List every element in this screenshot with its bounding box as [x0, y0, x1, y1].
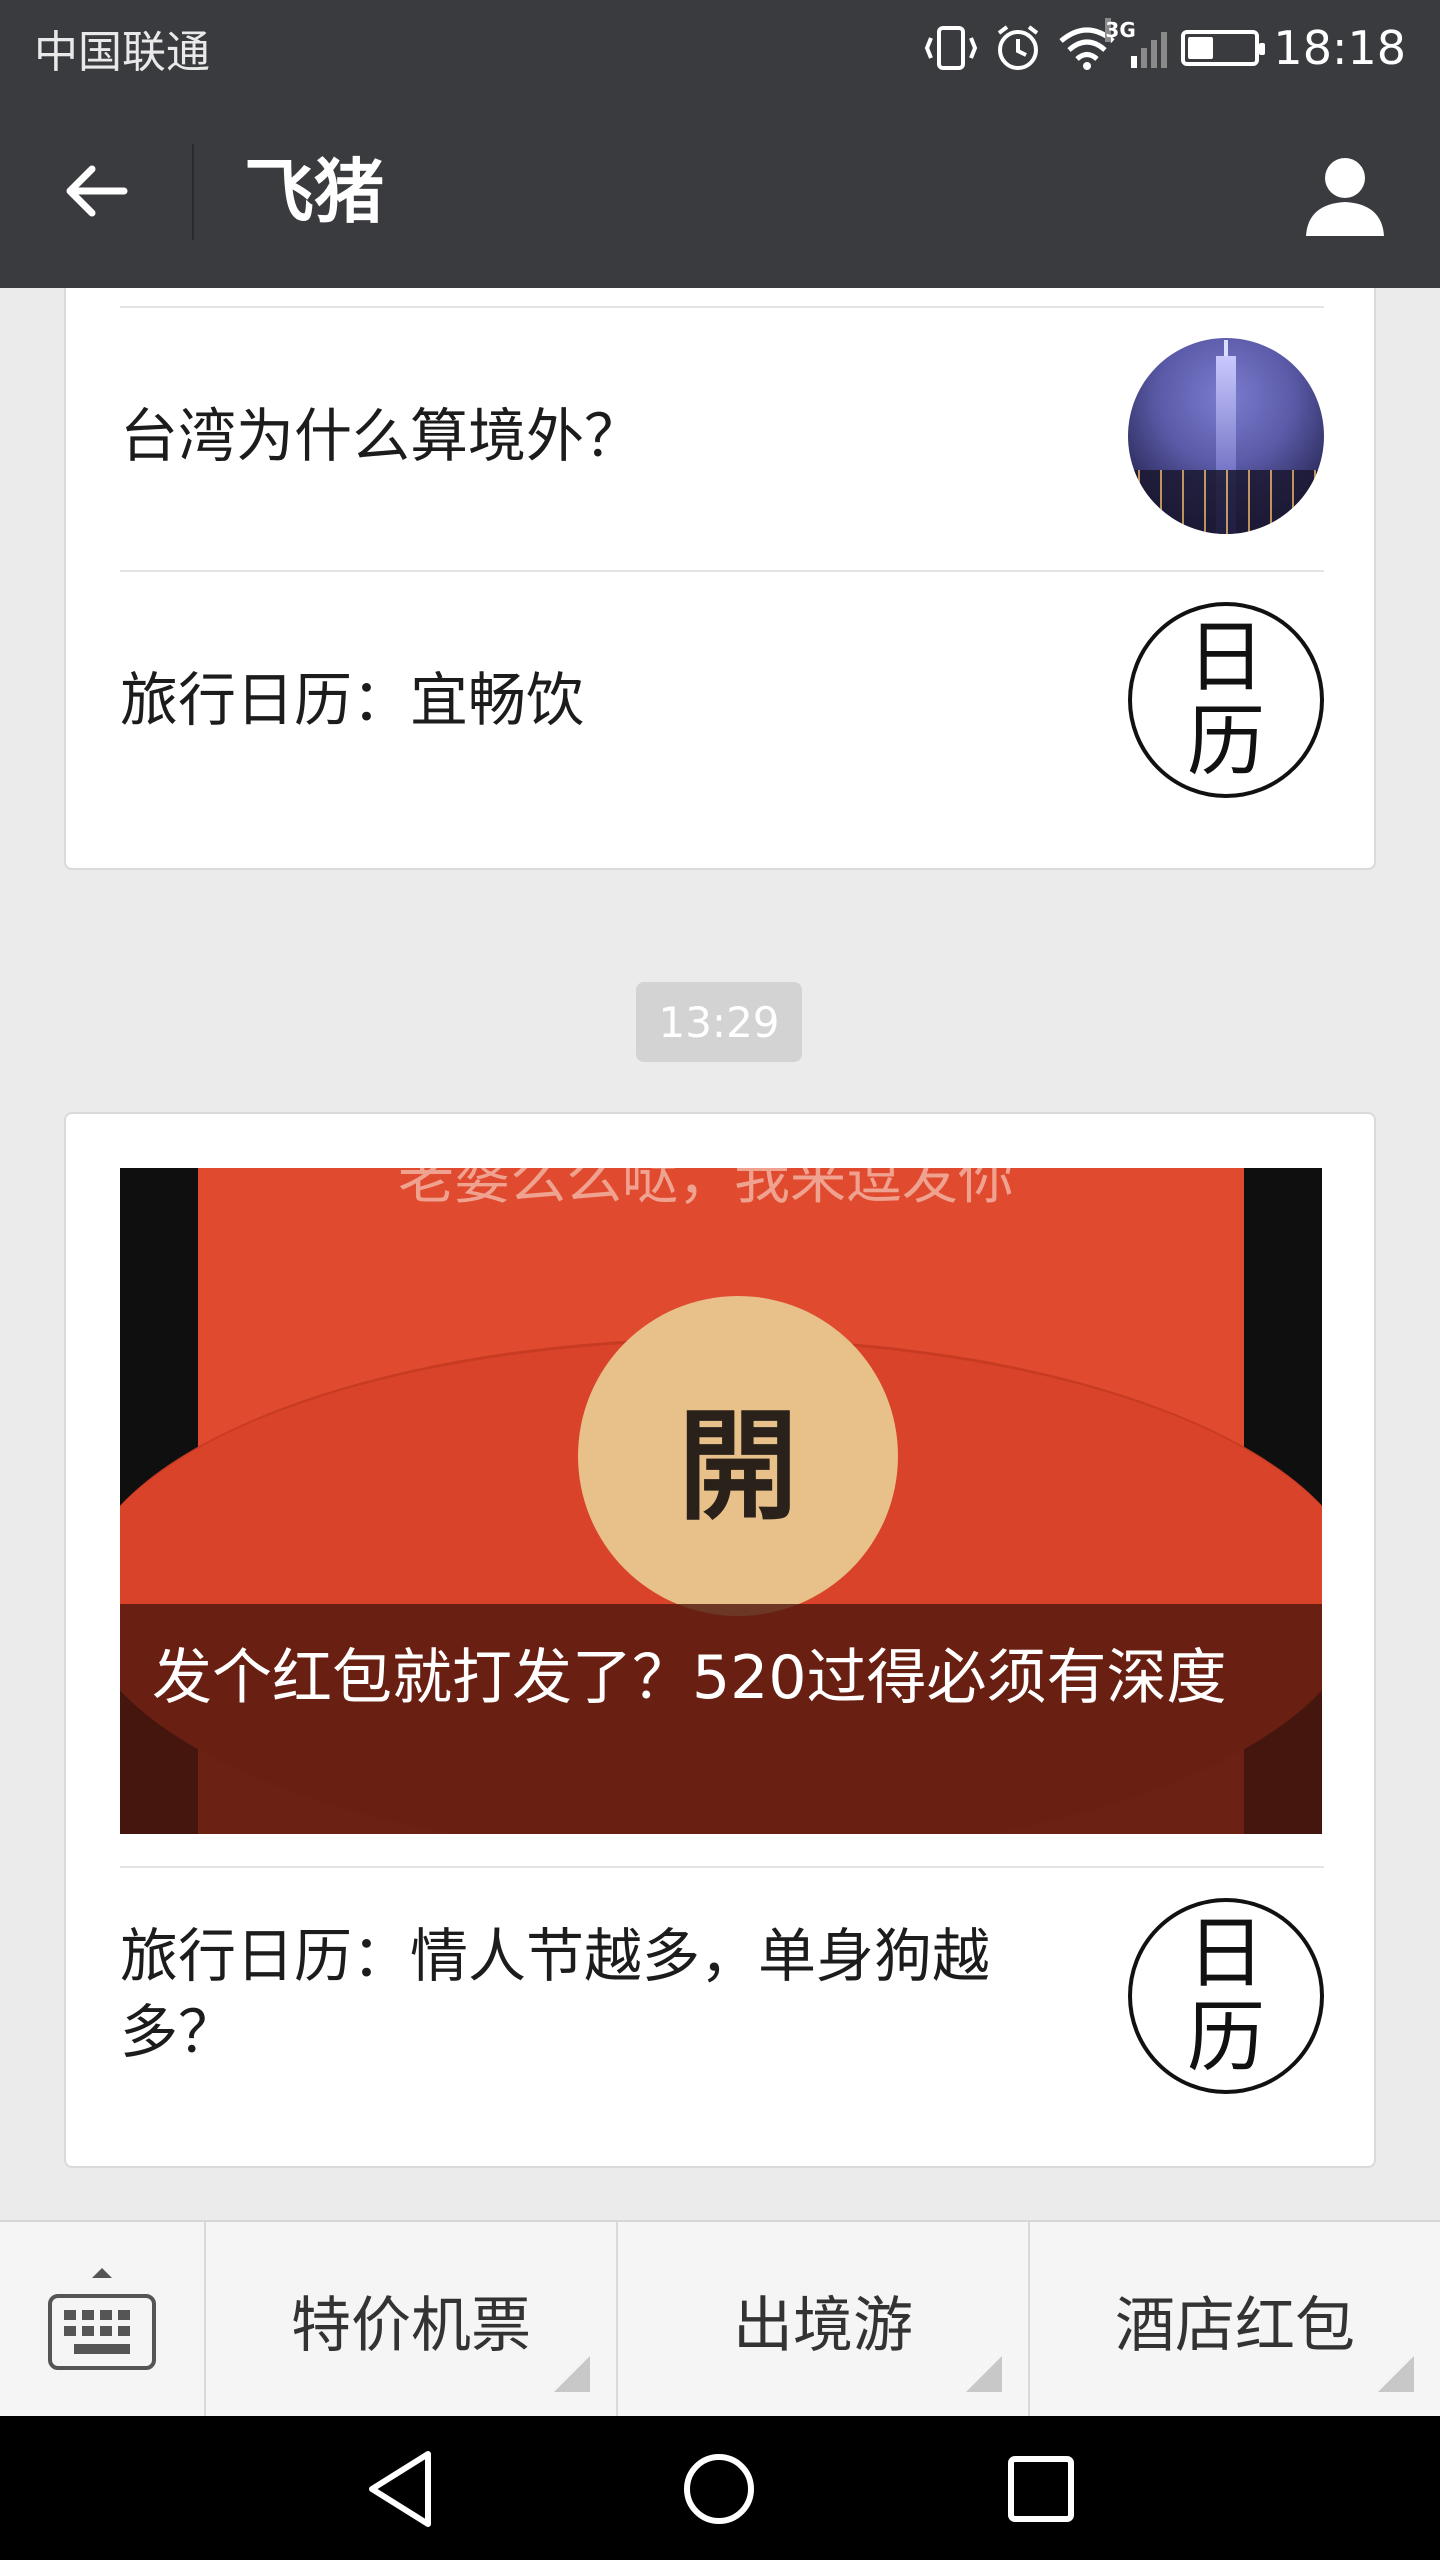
taipei-101-thumbnail [1128, 338, 1324, 534]
article-title: 台湾为什么算境外？ [120, 402, 643, 470]
submenu-indicator-icon [554, 2356, 590, 2392]
message-timestamp: 13:29 [636, 982, 802, 1062]
back-triangle-icon[interactable] [358, 2444, 448, 2534]
status-icons: 3G 18:18 [923, 18, 1406, 75]
menu-label: 出境游 [733, 2290, 913, 2361]
signal-icon: 3G [1105, 18, 1168, 68]
article-item[interactable]: 旅行日历：情人节越多，单身狗越多？ 日 历 [120, 1866, 1324, 2156]
status-bar: 中国联通 3G 18:18 [0, 0, 1440, 96]
recents-square-icon[interactable] [996, 2444, 1086, 2534]
hero-article[interactable]: 老婆么么哒，我来逗发你 開 发个红包就打发了？520过得必须有深度 [120, 1168, 1322, 1834]
menu-label: 特价机票 [291, 2290, 531, 2361]
article-title: 旅行日历：宜畅饮 [120, 666, 585, 734]
hero-overlay-text: 老婆么么哒，我来逗发你 [398, 1168, 1014, 1212]
system-nav-bar [0, 2416, 1440, 2560]
article-card: 台湾为什么算境外？ 旅行日历：宜畅饮 日 历 [64, 288, 1376, 870]
home-circle-icon[interactable] [674, 2444, 764, 2534]
back-arrow-icon [66, 165, 128, 217]
battery-icon [1181, 30, 1266, 66]
page-title: 飞猪 [244, 151, 384, 233]
nav-bar: 飞猪 [0, 96, 1440, 288]
submenu-indicator-icon [966, 2356, 1002, 2392]
nav-divider [192, 144, 194, 240]
calendar-badge-icon: 日 历 [1128, 602, 1324, 798]
back-button[interactable] [40, 146, 150, 236]
menu-outbound-travel[interactable]: 出境游 [618, 2222, 1030, 2418]
article-title: 旅行日历：情人节越多，单身狗越多？ [120, 1922, 991, 2066]
article-item[interactable]: 旅行日历：宜畅饮 日 历 [120, 570, 1324, 858]
article-card: 老婆么么哒，我来逗发你 開 发个红包就打发了？520过得必须有深度 旅行日历：情… [64, 1112, 1376, 2168]
network-type: 3G [1105, 18, 1136, 42]
menu-label: 酒店红包 [1115, 2290, 1355, 2361]
open-envelope-button: 開 [578, 1296, 898, 1616]
menu-hotel-coupon[interactable]: 酒店红包 [1030, 2222, 1440, 2418]
service-menu-bar: 特价机票 出境游 酒店红包 [0, 2220, 1440, 2418]
vibrate-icon [925, 26, 978, 70]
keyboard-icon [48, 2268, 156, 2370]
keyboard-toggle-button[interactable] [0, 2222, 206, 2418]
calendar-badge-icon: 日 历 [1128, 1898, 1324, 2094]
chat-area[interactable]: 台湾为什么算境外？ 旅行日历：宜畅饮 日 历 13:29 老婆么么哒，我来逗发你… [0, 288, 1440, 2220]
submenu-indicator-icon [1378, 2356, 1414, 2392]
menu-flights[interactable]: 特价机票 [206, 2222, 618, 2418]
profile-icon [1306, 158, 1384, 236]
carrier-name: 中国联通 [34, 27, 210, 78]
profile-button[interactable] [1290, 140, 1400, 250]
hero-caption: 发个红包就打发了？520过得必须有深度 [152, 1643, 1227, 1713]
clock: 18:18 [1273, 21, 1406, 75]
article-item[interactable]: 台湾为什么算境外？ [120, 306, 1324, 570]
caption-overlay [120, 1604, 1322, 1834]
alarm-icon [998, 25, 1039, 70]
